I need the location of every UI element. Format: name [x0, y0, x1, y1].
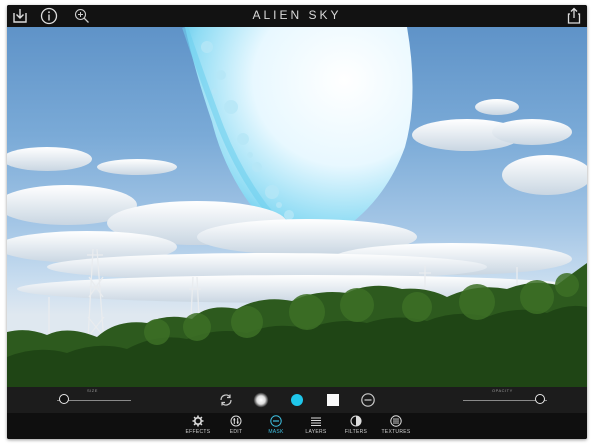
size-slider-thumb[interactable]: [59, 394, 70, 404]
photo-canvas[interactable]: [7, 27, 587, 387]
gear-icon: [192, 415, 204, 427]
bottom-tab-bar: EFFECTS EDIT MASK LAYERS FILTERS TEXTURE…: [7, 413, 587, 439]
layers-icon: [311, 417, 321, 427]
opacity-label: OPACITY: [492, 388, 513, 393]
tab-label: FILTERS: [344, 429, 368, 435]
tab-label: TEXTURES: [381, 429, 411, 435]
textures-icon: [390, 415, 402, 427]
size-label: SIZE: [87, 388, 98, 393]
tab-edit[interactable]: EDIT: [216, 415, 256, 439]
tab-mask[interactable]: MASK: [256, 415, 296, 439]
tab-textures[interactable]: TEXTURES: [376, 415, 416, 439]
opacity-slider-thumb[interactable]: [535, 394, 546, 404]
tab-filters[interactable]: FILTERS: [336, 415, 376, 439]
tab-label: EFFECTS: [185, 429, 211, 435]
adjust-icon: [230, 415, 242, 427]
tab-label: EDIT: [229, 429, 243, 435]
app-window: ALIEN SKY SIZE OPACITY EFFECTS EDIT MASK…: [7, 5, 587, 439]
share-icon[interactable]: [565, 7, 583, 25]
tab-label: LAYERS: [305, 429, 327, 435]
top-bar: ALIEN SKY: [7, 5, 587, 27]
mask-controls: SIZE OPACITY: [7, 387, 587, 413]
filters-icon: [350, 415, 362, 427]
hard-brush-icon[interactable]: [325, 392, 341, 408]
photo-image: [7, 27, 587, 387]
tab-label: MASK: [268, 429, 284, 435]
app-title: ALIEN SKY: [252, 8, 342, 22]
erase-icon[interactable]: [360, 392, 376, 408]
mask-icon: [270, 415, 282, 427]
rotate-icon[interactable]: [218, 392, 234, 408]
tab-effects[interactable]: EFFECTS: [178, 415, 218, 439]
soft-brush-icon[interactable]: [253, 392, 269, 408]
tab-layers[interactable]: LAYERS: [296, 415, 336, 439]
color-swatch-icon[interactable]: [289, 392, 305, 408]
